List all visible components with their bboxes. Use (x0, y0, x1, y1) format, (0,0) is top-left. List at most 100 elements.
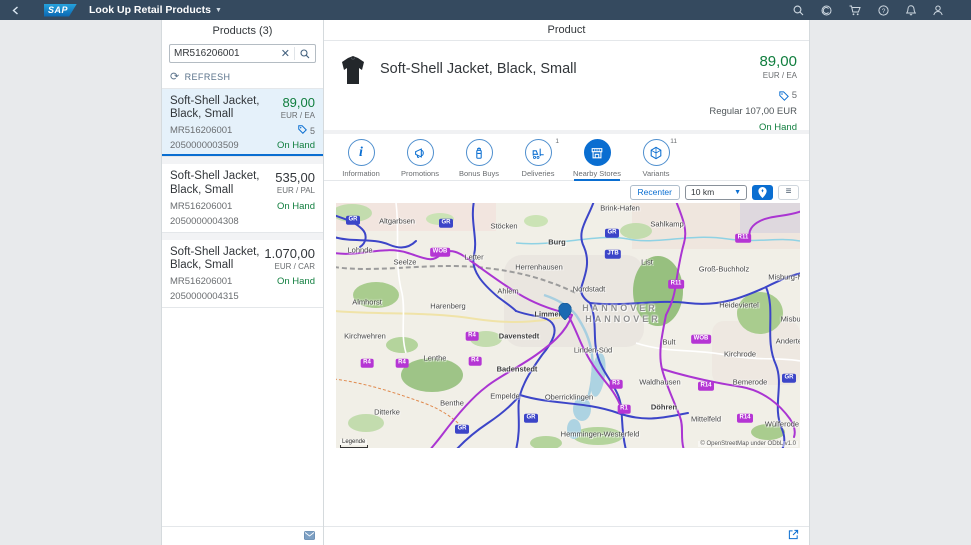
tab-nearby-stores[interactable]: Nearby Stores (574, 134, 620, 180)
promotion-count: 5 (792, 90, 797, 101)
tab-information[interactable]: i Information (338, 134, 384, 180)
app-title-label: Look Up Retail Products (89, 4, 211, 16)
product-price-block: 89,00 EUR / EA 5 Regular 107,00 EUR On H… (709, 53, 797, 133)
chevron-down-icon: ▼ (215, 7, 222, 14)
tab-label: Deliveries (522, 169, 555, 178)
product-item-ean: 2050000003509 (170, 140, 239, 151)
tab-label: Promotions (401, 169, 439, 178)
list-item-id-row: MR516206001 On Hand (170, 201, 315, 212)
product-item-id: MR516206001 (170, 125, 232, 136)
product-item-ean: 2050000004315 (170, 291, 239, 302)
refresh-label: REFRESH (185, 72, 231, 82)
map-scale-bar (340, 445, 368, 448)
promotion-indicator[interactable]: 5 (709, 90, 797, 101)
product-item-price: 1.070,00 (264, 246, 315, 261)
availability-status: On Hand (277, 276, 315, 287)
shell-bar: SAP Look Up Retail Products ▼ ? (0, 0, 971, 20)
help-icon[interactable]: ? (878, 5, 889, 16)
product-item-ean: 2050000004308 (170, 216, 239, 227)
app-area: Products (3) ✕ ⟳ REFRESH Soft-Shell Jack… (0, 20, 971, 545)
app-title-menu[interactable]: Look Up Retail Products ▼ (89, 4, 222, 16)
tab-promotions[interactable]: Promotions (397, 134, 443, 180)
product-item-unit: EUR / CAR (264, 262, 315, 271)
cart-icon[interactable] (849, 5, 861, 16)
clear-search-icon[interactable]: ✕ (277, 47, 295, 60)
icon-tab-bar: i Information Promotions Bonus Buys Deliveri… (324, 134, 809, 181)
search-input[interactable] (170, 48, 277, 59)
notifications-icon[interactable] (906, 5, 916, 16)
tab-deliveries[interactable]: Deliveries 1 (515, 134, 561, 180)
map-attribution: © OpenStreetMap under ODbL v1.0 (698, 441, 798, 447)
product-item-price-block: 535,00EUR / PAL (275, 170, 315, 196)
availability-status: On Hand (277, 201, 315, 212)
copilot-icon[interactable] (821, 5, 832, 16)
master-footer-bar (162, 526, 323, 545)
product-list: Soft-Shell Jacket, Black, Small89,00EUR … (162, 89, 323, 308)
profile-icon[interactable] (933, 5, 943, 16)
deliveries-icon (525, 139, 552, 166)
list-item-ean-row: 2050000004308 (170, 216, 315, 227)
nearby-stores-icon (584, 139, 611, 166)
tab-label: Bonus Buys (459, 169, 499, 178)
product-price-unit: EUR / EA (709, 71, 797, 80)
tag-icon (779, 91, 789, 101)
search-icon[interactable] (295, 49, 315, 59)
product-image (340, 56, 366, 86)
search-field-wrap: ✕ (169, 44, 316, 63)
refresh-button[interactable]: ⟳ REFRESH (162, 67, 323, 89)
tab-count-badge: 11 (670, 138, 677, 145)
product-object-header: Soft-Shell Jacket, Black, Small 89,00 EU… (324, 41, 809, 130)
map-roads-layer (336, 203, 800, 448)
detail-page-title: Product (324, 20, 809, 41)
map-pins-toggle-button[interactable] (752, 185, 773, 200)
share-icon[interactable] (788, 527, 799, 545)
search-area: ✕ (162, 41, 323, 67)
product-item-price-block: 89,00EUR / EA (281, 95, 315, 121)
list-item-id-row: MR516206001 5 (170, 125, 315, 136)
product-item-price: 535,00 (275, 170, 315, 185)
list-item-id-row: MR516206001 On Hand (170, 276, 315, 287)
product-item-title: Soft-Shell Jacket, Black, Small (170, 170, 274, 196)
availability-status: On Hand (709, 122, 797, 133)
list-item-top-row: Soft-Shell Jacket, Black, Small535,00EUR… (170, 170, 315, 196)
email-icon[interactable] (304, 527, 315, 545)
tab-variants[interactable]: Variants 11 (633, 134, 679, 180)
product-item-price: 89,00 (281, 95, 315, 110)
availability-status: On Hand (277, 140, 315, 151)
map-toolbar: Recenter 10 km ▼ ≡ (324, 181, 809, 203)
tab-label: Nearby Stores (573, 169, 621, 178)
tab-label: Variants (643, 169, 670, 178)
product-item-price-block: 1.070,00EUR / CAR (264, 246, 315, 272)
products-master-panel: Products (3) ✕ ⟳ REFRESH Soft-Shell Jack… (161, 20, 324, 545)
refresh-icon: ⟳ (170, 70, 180, 83)
list-item[interactable]: Soft-Shell Jacket, Black, Small1.070,00E… (162, 240, 323, 308)
list-item-top-row: Soft-Shell Jacket, Black, Small89,00EUR … (170, 95, 315, 121)
nearby-stores-map[interactable]: AltgarbsenLohndeSeelzeLetterStöckenBurgH… (336, 203, 800, 448)
search-icon[interactable] (793, 5, 804, 16)
regular-price: Regular 107,00 EUR (709, 106, 797, 117)
product-item-id: MR516206001 (170, 276, 232, 287)
list-item-ean-row: 2050000004315 (170, 291, 315, 302)
map-pin-marker[interactable] (559, 303, 572, 325)
tab-count-badge: 1 (555, 138, 559, 145)
tab-bonus-buys[interactable]: Bonus Buys (456, 134, 502, 180)
tab-label: Information (342, 169, 380, 178)
product-price: 89,00 (709, 53, 797, 70)
list-item-ean-row: 2050000003509 On Hand (170, 140, 315, 151)
recenter-button[interactable]: Recenter (630, 185, 681, 200)
product-title: Soft-Shell Jacket, Black, Small (380, 61, 577, 77)
radius-select[interactable]: 10 km ▼ (685, 185, 747, 200)
product-item-id: MR516206001 (170, 201, 232, 212)
information-icon: i (348, 139, 375, 166)
svg-text:?: ? (882, 7, 886, 14)
product-item-unit: EUR / EA (281, 111, 315, 120)
list-item[interactable]: Soft-Shell Jacket, Black, Small535,00EUR… (162, 164, 323, 232)
list-item[interactable]: Soft-Shell Jacket, Black, Small89,00EUR … (162, 89, 323, 157)
map-pin-icon (758, 187, 767, 198)
variants-icon (643, 139, 670, 166)
promotion-indicator[interactable]: 5 (298, 125, 315, 136)
products-panel-title: Products (3) (162, 20, 323, 41)
list-view-button[interactable]: ≡ (778, 185, 799, 200)
back-button[interactable] (0, 6, 30, 15)
promotions-icon (407, 139, 434, 166)
